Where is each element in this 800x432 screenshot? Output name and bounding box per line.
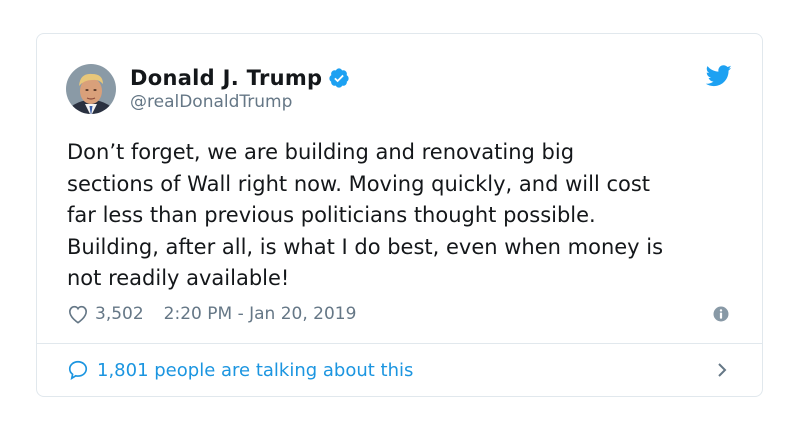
chevron-right-icon[interactable] <box>716 362 728 378</box>
tweet-timestamp[interactable]: 2:20 PM - Jan 20, 2019 <box>164 304 357 324</box>
talking-label[interactable]: 1,801 people are talking about this <box>97 360 413 381</box>
tweet-header: Donald J. Trump @realDonaldTrump <box>66 61 350 117</box>
name-row: Donald J. Trump <box>130 66 350 90</box>
info-icon[interactable] <box>713 306 729 322</box>
talking-link[interactable]: 1,801 people are talking about this <box>67 356 732 384</box>
avatar-image <box>66 64 116 114</box>
heart-icon[interactable] <box>67 304 89 324</box>
tweet-meta: 3,502 2:20 PM - Jan 20, 2019 <box>67 302 356 326</box>
tweet-text: Don’t forget, we are building and renova… <box>67 140 664 290</box>
footer-divider <box>37 343 762 344</box>
twitter-bird-icon[interactable] <box>706 65 732 87</box>
avatar[interactable] <box>66 64 116 114</box>
author-handle[interactable]: @realDonaldTrump <box>130 92 350 112</box>
author-display-name[interactable]: Donald J. Trump <box>130 66 322 90</box>
like-count[interactable]: 3,502 <box>95 304 144 324</box>
tweet-card: Donald J. Trump @realDonaldTrump Don’t f… <box>36 33 763 397</box>
author-names: Donald J. Trump @realDonaldTrump <box>130 66 350 112</box>
speech-bubble-icon <box>68 360 88 380</box>
verified-badge-icon <box>329 68 349 88</box>
